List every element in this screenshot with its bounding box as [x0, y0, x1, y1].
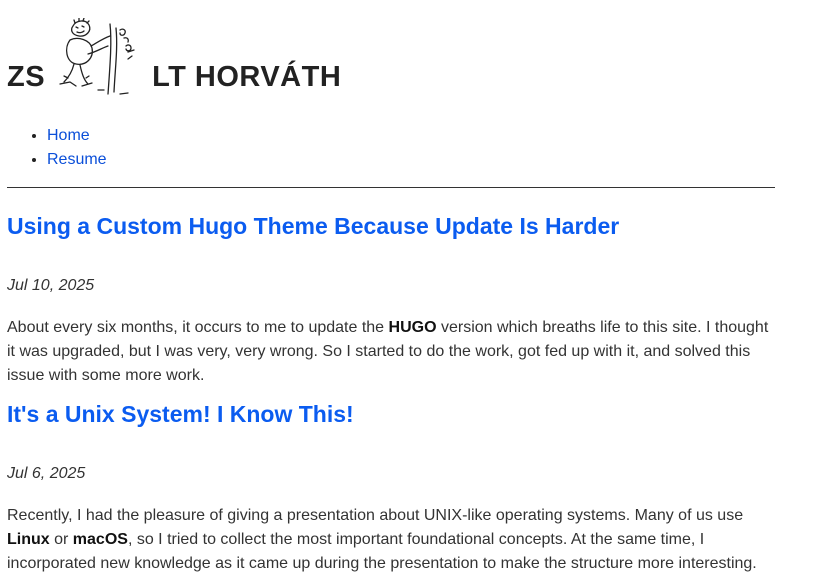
summary-text: About every six months, it occurs to me …: [7, 319, 389, 336]
post-summary: About every six months, it occurs to me …: [7, 316, 775, 388]
main-nav: Home Resume: [7, 124, 107, 172]
summary-emphasis: Linux: [7, 531, 50, 548]
nav-item-resume: Resume: [47, 148, 107, 172]
summary-text: or: [49, 531, 73, 548]
site-title-right: LT HORVÁTH: [152, 61, 342, 93]
header-divider: [7, 187, 775, 188]
post-date: Jul 10, 2025: [7, 277, 95, 294]
site-title-link[interactable]: ZS LT HORVÁTH: [7, 8, 341, 98]
post-title-link[interactable]: Using a Custom Hugo Theme Because Update…: [7, 212, 775, 240]
nav-link-resume[interactable]: Resume: [47, 151, 107, 168]
post-item: Using a Custom Hugo Theme Because Update…: [7, 212, 775, 388]
summary-text: Recently, I had the pleasure of giving a…: [7, 507, 744, 524]
site-title-left: ZS: [7, 61, 46, 93]
nav-link-home[interactable]: Home: [47, 127, 90, 144]
summary-emphasis: macOS: [72, 531, 128, 548]
nav-item-home: Home: [47, 124, 107, 148]
post-date: Jul 6, 2025: [7, 465, 86, 482]
post-title-link[interactable]: It's a Unix System! I Know This!: [7, 400, 775, 428]
stick-figure-doodle-icon: [59, 18, 135, 95]
post-item: It's a Unix System! I Know This! Jul 6, …: [7, 400, 775, 576]
post-summary: Recently, I had the pleasure of giving a…: [7, 504, 775, 576]
summary-emphasis: HUGO: [388, 319, 437, 336]
